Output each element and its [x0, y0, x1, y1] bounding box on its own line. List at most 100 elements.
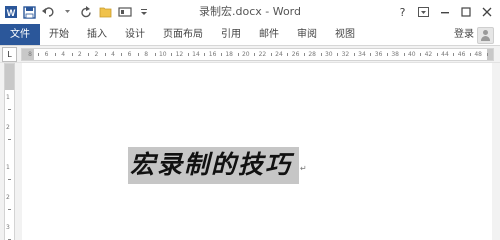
- tab-home[interactable]: 开始: [40, 24, 78, 45]
- ruler-number: 20: [241, 51, 250, 58]
- top-margin-area: [5, 64, 14, 90]
- ruler-number: 12: [175, 51, 184, 58]
- ruler-number: 6: [44, 51, 49, 58]
- minimize-icon[interactable]: [434, 3, 455, 21]
- ruler-number: 18: [225, 51, 234, 58]
- ruler-number: 4: [61, 51, 66, 58]
- ruler-tick: [154, 53, 156, 56]
- tab-design[interactable]: 设计: [116, 24, 154, 45]
- view-icon[interactable]: [116, 3, 133, 21]
- open-icon[interactable]: [97, 3, 114, 21]
- vertical-ruler-tick: [8, 109, 11, 110]
- ruler-number: 16: [208, 51, 217, 58]
- ruler-tick: [453, 53, 455, 56]
- ruler-tick: [386, 53, 388, 56]
- ruler-number: 40: [407, 51, 416, 58]
- right-margin-area: [487, 49, 493, 60]
- ruler-number: 8: [144, 51, 149, 58]
- ruler-tick: [287, 53, 289, 56]
- word-window: W 录制宏.docx - Word ? 文件 开始 插入 设计 页面布局 引用 …: [0, 0, 500, 240]
- ruler-number: 38: [391, 51, 400, 58]
- tab-references[interactable]: 引用: [212, 24, 250, 45]
- ruler-number: 6: [127, 51, 132, 58]
- ruler-number: 10: [158, 51, 167, 58]
- ruler-number: 34: [358, 51, 366, 58]
- vertical-ruler-number: 2: [6, 194, 10, 201]
- ruler-tick: [420, 53, 422, 56]
- ruler-tick: [204, 53, 206, 56]
- ruler-tick: [187, 53, 189, 56]
- ruler-number: 22: [258, 51, 267, 58]
- ruler-tick: [270, 53, 272, 56]
- customize-quick-access-icon[interactable]: [135, 3, 152, 21]
- vertical-ruler[interactable]: 1 2 1 2 3: [4, 63, 15, 240]
- ruler-tick: [303, 53, 305, 56]
- ruler-row: L 8 6 4 2 2 4 6 8 10 12 14 16 18 20 22 24 26 28 30 32 34 36 38…: [0, 46, 500, 63]
- ribbon-display-options-icon[interactable]: [413, 3, 434, 21]
- ruler-tick: [486, 53, 488, 56]
- ruler-number: 8: [28, 51, 32, 58]
- vertical-ruler-tick: [8, 179, 11, 180]
- ruler-number: 36: [374, 51, 383, 58]
- undo-icon[interactable]: [40, 3, 57, 21]
- paragraph-mark: ↵: [300, 164, 307, 173]
- document-page[interactable]: 宏录制的技巧 ↵: [22, 63, 492, 240]
- ruler-tick: [337, 53, 339, 56]
- vertical-ruler-number: 3: [6, 224, 10, 231]
- login-link[interactable]: 登录: [454, 24, 474, 45]
- vertical-ruler-tick: [8, 209, 11, 210]
- ruler-number: 14: [192, 51, 200, 58]
- ruler-number: 2: [77, 51, 82, 58]
- vertical-ruler-tick: [8, 139, 11, 140]
- ruler-tick: [254, 53, 256, 56]
- account-avatar-icon[interactable]: [477, 27, 494, 44]
- ruler-number: 44: [441, 51, 449, 58]
- vertical-ruler-number: 2: [6, 124, 10, 131]
- ruler-tick: [54, 53, 56, 56]
- ribbon-tabs: 开始 插入 设计 页面布局 引用 邮件 审阅 视图: [40, 24, 364, 45]
- horizontal-ruler[interactable]: 8 6 4 2 2 4 6 8 10 12 14 16 18 20 22 24 26 28 30 32 34 36 38 40…: [21, 48, 494, 61]
- tab-mailings[interactable]: 邮件: [250, 24, 288, 45]
- ribbon-tab-bar: 文件 开始 插入 设计 页面布局 引用 邮件 审阅 视图 登录: [0, 24, 500, 46]
- undo-dropdown-icon[interactable]: [59, 3, 76, 21]
- help-button[interactable]: ?: [392, 3, 413, 21]
- vertical-ruler-number: 1: [6, 94, 10, 101]
- ruler-number: 48: [474, 51, 483, 58]
- document-text[interactable]: 宏录制的技巧: [130, 149, 292, 181]
- redo-icon[interactable]: [78, 3, 95, 21]
- ruler-number: 26: [291, 51, 300, 58]
- ruler-tick: [88, 53, 90, 56]
- window-controls: ?: [392, 3, 497, 21]
- tab-file[interactable]: 文件: [0, 24, 40, 45]
- ruler-tick: [436, 53, 438, 56]
- ruler-number: 30: [324, 51, 333, 58]
- vertical-ruler-number: 1: [6, 164, 10, 171]
- ruler-number: 24: [275, 51, 283, 58]
- svg-text:W: W: [6, 8, 15, 18]
- close-icon[interactable]: [476, 3, 497, 21]
- ruler-tick: [469, 53, 471, 56]
- tab-view[interactable]: 视图: [326, 24, 364, 45]
- ruler-tick: [38, 53, 40, 56]
- ruler-number: 28: [308, 51, 317, 58]
- ruler-tick: [137, 53, 139, 56]
- word-icon[interactable]: W: [2, 3, 19, 21]
- save-icon[interactable]: [21, 3, 38, 21]
- maximize-icon[interactable]: [455, 3, 476, 21]
- ruler-tick: [104, 53, 106, 56]
- ruler-tick: [370, 53, 372, 56]
- ruler-number: 2: [94, 51, 99, 58]
- ruler-number: 4: [111, 51, 115, 58]
- tab-selector-button[interactable]: L: [2, 47, 17, 62]
- ruler-tick: [237, 53, 239, 56]
- ruler-tick: [71, 53, 73, 56]
- tab-page-layout[interactable]: 页面布局: [154, 24, 212, 45]
- ruler-tick: [403, 53, 405, 56]
- tab-review[interactable]: 审阅: [288, 24, 326, 45]
- ruler-tick: [220, 53, 222, 56]
- quick-access-toolbar: W: [2, 3, 152, 21]
- tab-insert[interactable]: 插入: [78, 24, 116, 45]
- ruler-tick: [320, 53, 322, 56]
- ruler-tick: [353, 53, 355, 56]
- ruler-number: 32: [341, 51, 350, 58]
